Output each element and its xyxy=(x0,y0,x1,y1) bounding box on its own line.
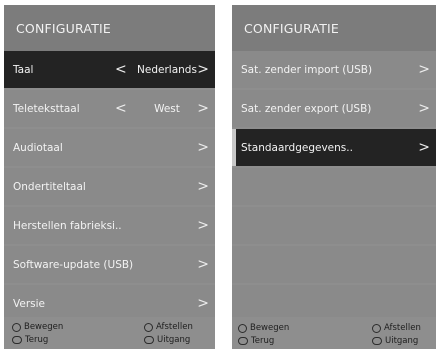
chevron-left-icon[interactable]: < xyxy=(115,100,127,116)
exit-key-icon xyxy=(372,337,382,345)
chevron-left-icon[interactable]: < xyxy=(115,61,127,77)
menu-item-label: Herstellen fabrieksi.. xyxy=(13,219,122,232)
hint-back: Terug xyxy=(12,335,48,345)
hint-move-label: Bewegen xyxy=(250,323,290,333)
menu-item-audio-language[interactable]: Audiotaal > xyxy=(4,129,215,166)
adjust-icon xyxy=(144,322,153,332)
menu-item-default-data[interactable]: Standaardgegevens.. > xyxy=(232,129,436,166)
menu-item-label: Taal xyxy=(13,63,34,76)
menu-item-language[interactable]: Taal < Nederlands > xyxy=(4,51,215,88)
configuration-menu-right: CONFIGURATIE Sat. zender import (USB) > … xyxy=(232,5,436,349)
menu-item-label: Standaardgegevens.. xyxy=(241,141,353,154)
hint-adjust-label: Afstellen xyxy=(156,322,193,332)
chevron-right-icon: > xyxy=(197,295,209,312)
configuration-menu-left: CONFIGURATIE Taal < Nederlands > Teletek… xyxy=(4,5,215,349)
adjust-icon xyxy=(372,323,381,333)
menu-item-factory-reset[interactable]: Herstellen fabrieksi.. > xyxy=(4,207,215,244)
chevron-right-icon: > xyxy=(197,256,209,273)
hint-adjust: Afstellen xyxy=(372,323,421,333)
chevron-right-icon: > xyxy=(418,61,430,78)
hint-move-label: Bewegen xyxy=(24,322,64,332)
key-hints-footer: Bewegen Terug Afstellen Uitgang xyxy=(232,317,436,349)
menu-item-label: Software-update (USB) xyxy=(13,258,134,271)
navigate-icon xyxy=(238,323,247,333)
hint-back-label: Terug xyxy=(251,336,275,346)
chevron-right-icon: > xyxy=(197,217,209,234)
menu-item-label: Sat. zender export (USB) xyxy=(241,102,372,115)
menu-item-value: Nederlands xyxy=(137,63,197,76)
menu-item-label: Teletekst­taal xyxy=(13,102,80,115)
hint-exit-label: Uitgang xyxy=(385,336,419,346)
empty-row xyxy=(232,246,436,283)
empty-row xyxy=(232,168,436,205)
menu-item-value: West xyxy=(154,102,180,115)
chevron-right-icon: > xyxy=(197,178,209,195)
hint-exit: Uitgang xyxy=(144,335,190,345)
menu-item-sat-export[interactable]: Sat. zender export (USB) > xyxy=(232,90,436,127)
menu-item-teletext-language[interactable]: Teletekst­taal < West > xyxy=(4,90,215,127)
menu-item-subtitle-language[interactable]: Ondertiteltaal > xyxy=(4,168,215,205)
key-hints-footer: Bewegen Terug Afstellen Uitgang xyxy=(4,317,215,349)
navigate-icon xyxy=(12,322,21,332)
menu-item-label: Ondertiteltaal xyxy=(13,180,86,193)
menu-item-label: Sat. zender import (USB) xyxy=(241,63,373,76)
menu-item-label: Audiotaal xyxy=(13,141,63,154)
empty-row xyxy=(232,207,436,244)
chevron-right-icon: > xyxy=(418,100,430,117)
chevron-right-icon[interactable]: > xyxy=(197,61,209,77)
hint-exit: Uitgang xyxy=(372,336,418,346)
hint-move: Bewegen xyxy=(12,322,63,332)
menu-title: CONFIGURATIE xyxy=(232,5,436,51)
hint-back: Terug xyxy=(238,336,274,346)
menu-item-sat-import[interactable]: Sat. zender import (USB) > xyxy=(232,51,436,88)
hint-move: Bewegen xyxy=(238,323,289,333)
chevron-right-icon: > xyxy=(197,139,209,156)
hint-adjust-label: Afstellen xyxy=(384,323,421,333)
back-key-icon xyxy=(238,337,248,345)
hint-exit-label: Uitgang xyxy=(157,335,191,345)
hint-back-label: Terug xyxy=(25,335,49,345)
exit-key-icon xyxy=(144,336,154,344)
chevron-right-icon: > xyxy=(418,139,430,156)
menu-item-label: Versie xyxy=(13,297,45,310)
chevron-right-icon[interactable]: > xyxy=(197,100,209,116)
hint-adjust: Afstellen xyxy=(144,322,193,332)
menu-title: CONFIGURATIE xyxy=(4,5,215,51)
menu-item-software-update[interactable]: Software-update (USB) > xyxy=(4,246,215,283)
back-key-icon xyxy=(12,336,22,344)
